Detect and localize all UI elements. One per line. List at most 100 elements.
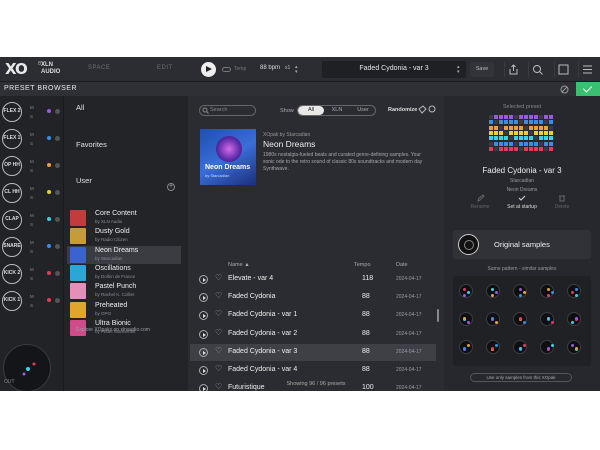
- similar-sample-pad[interactable]: [540, 340, 554, 354]
- add-user-folder-button[interactable]: +: [167, 183, 175, 191]
- use-only-xopak-toggle[interactable]: Use only samples from this XOpak: [470, 373, 572, 382]
- track-volume-knob[interactable]: [55, 109, 60, 114]
- track-volume-knob[interactable]: [55, 136, 60, 141]
- track-volume-knob[interactable]: [55, 244, 60, 249]
- mute-solo-buttons[interactable]: M S: [30, 130, 34, 148]
- heart-icon[interactable]: ♡: [215, 291, 222, 300]
- sidebar-item-all[interactable]: All: [76, 103, 84, 112]
- mute-solo-buttons[interactable]: M S: [30, 292, 34, 310]
- track-volume-knob[interactable]: [55, 271, 60, 276]
- play-preview-icon[interactable]: [199, 329, 208, 339]
- sidebar-item-user[interactable]: User: [76, 176, 92, 185]
- track-slot[interactable]: FLEX 2 M S: [0, 100, 64, 126]
- sidebar-pack-item[interactable]: Neon Dreams by Starcadian: [67, 245, 181, 264]
- track-slot[interactable]: FLEX 1 M S: [0, 127, 64, 153]
- track-slot-label[interactable]: KICK 1: [2, 291, 22, 311]
- track-slot[interactable]: SNARE M S: [0, 235, 64, 261]
- tab-space[interactable]: SPACE: [88, 65, 110, 71]
- column-header-tempo[interactable]: Tempo: [354, 262, 371, 268]
- similar-sample-pad[interactable]: [513, 312, 527, 326]
- heart-icon[interactable]: ♡: [215, 328, 222, 337]
- sidebar-pack-item[interactable]: Dusty Gold by Radio Citizen: [67, 227, 181, 245]
- save-button[interactable]: Save: [470, 62, 494, 77]
- heart-icon[interactable]: ♡: [215, 346, 222, 355]
- similar-sample-pad[interactable]: [459, 284, 473, 298]
- heart-icon[interactable]: ♡: [215, 273, 222, 282]
- randomize-icon[interactable]: [418, 105, 427, 114]
- play-preview-icon[interactable]: [199, 293, 208, 303]
- multiplier-arrows-icon[interactable]: ▴ ▾: [295, 65, 298, 75]
- mute-solo-buttons[interactable]: M S: [30, 184, 34, 202]
- track-slot[interactable]: OP HH M S: [0, 154, 64, 180]
- rename-button[interactable]: Rename: [460, 204, 500, 210]
- similar-sample-pad[interactable]: [459, 312, 473, 326]
- table-row[interactable]: ♡ Faded Cydonia - var 4 88 2024-04-17: [190, 362, 436, 379]
- track-slot-label[interactable]: OP HH: [2, 156, 22, 176]
- similar-sample-pad[interactable]: [567, 284, 581, 298]
- similar-sample-pad[interactable]: [567, 340, 581, 354]
- menu-icon[interactable]: [578, 62, 594, 77]
- table-row[interactable]: ♡ Faded Cydonia - var 3 88 2024-04-17: [190, 343, 436, 361]
- track-volume-knob[interactable]: [55, 217, 60, 222]
- track-slot[interactable]: KICK 2 M S: [0, 262, 64, 288]
- sidebar-pack-item[interactable]: Preheated by OPO: [67, 301, 181, 319]
- sidebar-pack-item[interactable]: Oscillations by Dolhin de France: [67, 264, 181, 282]
- randomize-button[interactable]: Randomize: [388, 107, 417, 113]
- track-volume-knob[interactable]: [55, 163, 60, 168]
- track-slot[interactable]: CLAP M S: [0, 208, 64, 234]
- tempo-multiplier[interactable]: x1: [285, 65, 290, 71]
- similar-sample-pad[interactable]: [540, 284, 554, 298]
- similar-sample-pad[interactable]: [540, 312, 554, 326]
- table-row[interactable]: ♡ Elevate - var 4 118 2024-04-17: [190, 271, 436, 288]
- window-icon[interactable]: [554, 62, 570, 77]
- mute-solo-buttons[interactable]: M S: [30, 157, 34, 175]
- track-slot[interactable]: KICK 1 M S: [0, 289, 64, 315]
- scrollbar[interactable]: [437, 309, 439, 322]
- track-volume-knob[interactable]: [55, 190, 60, 195]
- track-slot-label[interactable]: KICK 2: [2, 264, 22, 284]
- mute-solo-buttons[interactable]: M S: [30, 211, 34, 229]
- mute-solo-buttons[interactable]: M S: [30, 265, 34, 283]
- set-at-startup-button[interactable]: Set at startup: [502, 204, 542, 210]
- similar-sample-pad[interactable]: [486, 284, 500, 298]
- table-row[interactable]: ♡ Faded Cydonia - var 2 88 2024-04-17: [190, 326, 436, 343]
- info-icon[interactable]: [428, 105, 436, 113]
- explore-link[interactable]: Explore XOpaks on xlnaudio.com: [76, 327, 150, 333]
- temp-toggle[interactable]: [222, 67, 231, 72]
- current-preset-display[interactable]: Faded Cydonia - var 3: [322, 61, 466, 78]
- play-preview-icon[interactable]: [199, 347, 208, 357]
- cancel-icon[interactable]: [560, 85, 569, 94]
- similar-sample-pad[interactable]: [486, 340, 500, 354]
- track-slot-label[interactable]: CLAP: [2, 210, 22, 230]
- track-volume-knob[interactable]: [55, 298, 60, 303]
- similar-sample-pad[interactable]: [513, 340, 527, 354]
- similar-sample-pad[interactable]: [567, 312, 581, 326]
- similar-sample-pad[interactable]: [513, 284, 527, 298]
- search-input[interactable]: Search: [199, 105, 256, 116]
- export-icon[interactable]: [504, 62, 520, 77]
- original-samples-button[interactable]: Original samples: [453, 230, 591, 259]
- play-preview-icon[interactable]: [199, 275, 208, 284]
- play-preview-icon[interactable]: [199, 366, 208, 375]
- preset-arrows-icon[interactable]: ▴ ▾: [457, 65, 460, 75]
- table-row[interactable]: ♡ Faded Cydonia - var 1 88 2024-04-17: [190, 307, 436, 324]
- sidebar-item-favorites[interactable]: Favorites: [76, 140, 107, 149]
- track-slot-label[interactable]: CL HH: [2, 183, 22, 203]
- filter-xln[interactable]: XLN: [324, 106, 350, 115]
- search-icon[interactable]: [528, 62, 544, 77]
- similar-sample-pad[interactable]: [486, 312, 500, 326]
- heart-icon[interactable]: ♡: [215, 309, 222, 318]
- track-slot-label[interactable]: SNARE: [2, 237, 22, 257]
- bpm-value[interactable]: 88 bpm: [260, 65, 280, 71]
- track-slot-label[interactable]: FLEX 2: [2, 102, 22, 122]
- delete-button[interactable]: Delete: [542, 204, 582, 210]
- heart-icon[interactable]: ♡: [215, 364, 222, 373]
- filter-user[interactable]: User: [350, 106, 375, 115]
- column-header-name[interactable]: Name ▲: [228, 262, 250, 268]
- mute-solo-buttons[interactable]: M S: [30, 238, 34, 256]
- play-button[interactable]: [201, 62, 216, 77]
- table-row[interactable]: ♡ Faded Cydonia 88 2024-04-17: [190, 289, 436, 306]
- column-header-date[interactable]: Date: [396, 262, 408, 268]
- play-preview-icon[interactable]: [199, 311, 208, 321]
- tab-edit[interactable]: EDIT: [157, 65, 173, 71]
